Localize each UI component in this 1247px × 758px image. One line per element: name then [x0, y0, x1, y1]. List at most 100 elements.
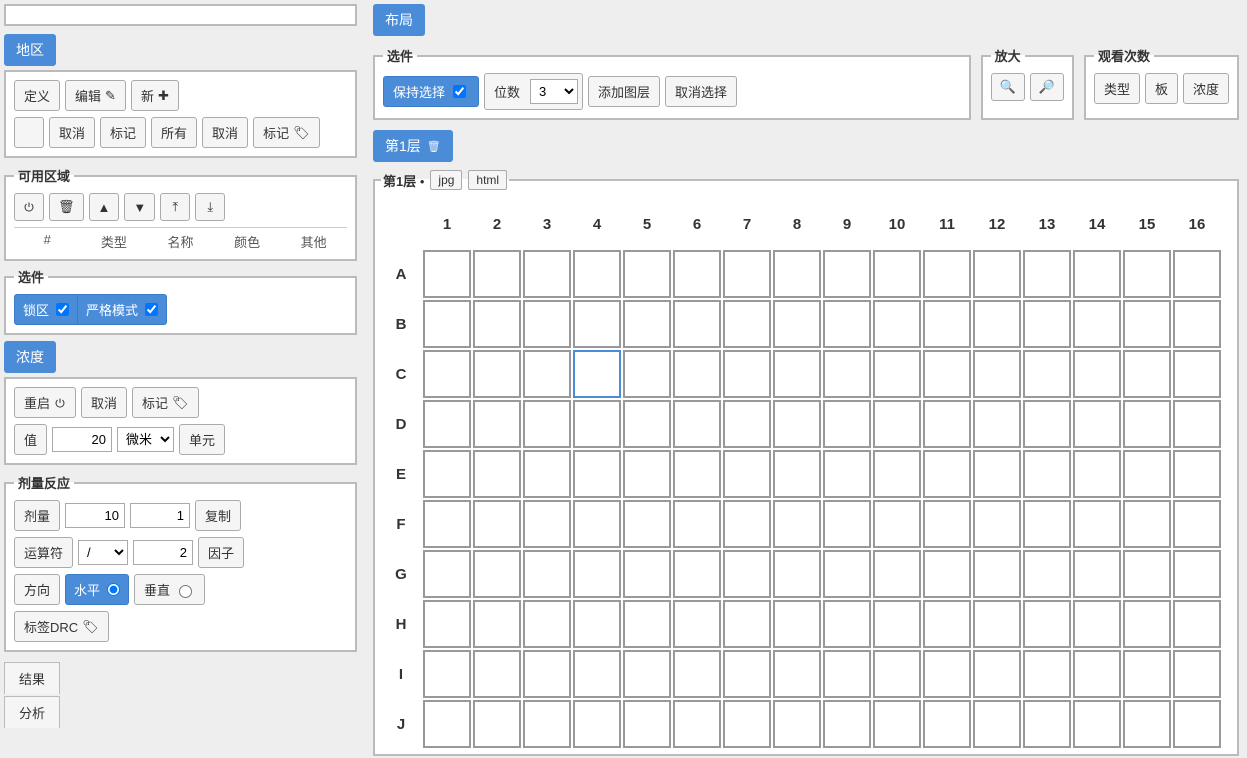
zoom-in-button[interactable]: 🔍	[991, 73, 1025, 101]
power-button[interactable]	[14, 193, 44, 221]
well-F4[interactable]	[573, 500, 621, 548]
well-A7[interactable]	[723, 250, 771, 298]
col-head-12[interactable]: 12	[973, 200, 1021, 248]
well-G3[interactable]	[523, 550, 571, 598]
well-C15[interactable]	[1123, 350, 1171, 398]
row-head-G[interactable]: G	[381, 550, 421, 598]
well-H1[interactable]	[423, 600, 471, 648]
format-jpg-button[interactable]: jpg	[430, 170, 462, 190]
well-A9[interactable]	[823, 250, 871, 298]
row-head-J[interactable]: J	[381, 700, 421, 748]
well-E10[interactable]	[873, 450, 921, 498]
copies-input[interactable]	[130, 503, 190, 528]
row-head-A[interactable]: A	[381, 250, 421, 298]
well-B11[interactable]	[923, 300, 971, 348]
dose-input[interactable]	[65, 503, 125, 528]
view-board-button[interactable]: 板	[1145, 73, 1178, 104]
well-C10[interactable]	[873, 350, 921, 398]
well-B7[interactable]	[723, 300, 771, 348]
row-head-C[interactable]: C	[381, 350, 421, 398]
well-I14[interactable]	[1073, 650, 1121, 698]
lock-zone-checkbox[interactable]	[56, 303, 69, 316]
col-head-5[interactable]: 5	[623, 200, 671, 248]
well-J11[interactable]	[923, 700, 971, 748]
well-D12[interactable]	[973, 400, 1021, 448]
well-J4[interactable]	[573, 700, 621, 748]
well-A3[interactable]	[523, 250, 571, 298]
well-C16[interactable]	[1173, 350, 1221, 398]
move-bottom-button[interactable]: ⤓	[195, 193, 225, 221]
well-H4[interactable]	[573, 600, 621, 648]
well-I9[interactable]	[823, 650, 871, 698]
tab-results[interactable]: 结果	[4, 662, 60, 694]
well-D15[interactable]	[1123, 400, 1171, 448]
well-I15[interactable]	[1123, 650, 1171, 698]
well-B8[interactable]	[773, 300, 821, 348]
well-I8[interactable]	[773, 650, 821, 698]
well-F12[interactable]	[973, 500, 1021, 548]
well-B16[interactable]	[1173, 300, 1221, 348]
well-H10[interactable]	[873, 600, 921, 648]
well-C1[interactable]	[423, 350, 471, 398]
cancel-button[interactable]: 取消	[49, 117, 95, 148]
well-A14[interactable]	[1073, 250, 1121, 298]
well-F3[interactable]	[523, 500, 571, 548]
well-C11[interactable]	[923, 350, 971, 398]
well-H3[interactable]	[523, 600, 571, 648]
move-top-button[interactable]: ⤒	[160, 193, 190, 221]
well-D8[interactable]	[773, 400, 821, 448]
well-B9[interactable]	[823, 300, 871, 348]
well-A11[interactable]	[923, 250, 971, 298]
col-head-10[interactable]: 10	[873, 200, 921, 248]
well-G14[interactable]	[1073, 550, 1121, 598]
well-G7[interactable]	[723, 550, 771, 598]
well-F8[interactable]	[773, 500, 821, 548]
well-E16[interactable]	[1173, 450, 1221, 498]
well-F11[interactable]	[923, 500, 971, 548]
move-up-button[interactable]: ▲	[89, 193, 120, 221]
move-down-button[interactable]: ▼	[124, 193, 155, 221]
well-H6[interactable]	[673, 600, 721, 648]
well-I7[interactable]	[723, 650, 771, 698]
well-E2[interactable]	[473, 450, 521, 498]
well-J5[interactable]	[623, 700, 671, 748]
trash-icon[interactable]: 🗑	[427, 140, 441, 153]
col-head-6[interactable]: 6	[673, 200, 721, 248]
col-head-15[interactable]: 15	[1123, 200, 1171, 248]
row-head-I[interactable]: I	[381, 650, 421, 698]
cancel2-button[interactable]: 取消	[202, 117, 248, 148]
well-I1[interactable]	[423, 650, 471, 698]
well-H8[interactable]	[773, 600, 821, 648]
all-button[interactable]: 所有	[151, 117, 197, 148]
well-B10[interactable]	[873, 300, 921, 348]
operator-select[interactable]: /	[78, 540, 128, 565]
well-J10[interactable]	[873, 700, 921, 748]
well-D1[interactable]	[423, 400, 471, 448]
unit-select[interactable]: 微米	[117, 427, 174, 452]
well-D5[interactable]	[623, 400, 671, 448]
well-D10[interactable]	[873, 400, 921, 448]
well-B1[interactable]	[423, 300, 471, 348]
well-D13[interactable]	[1023, 400, 1071, 448]
well-A13[interactable]	[1023, 250, 1071, 298]
well-B12[interactable]	[973, 300, 1021, 348]
well-B5[interactable]	[623, 300, 671, 348]
row-head-B[interactable]: B	[381, 300, 421, 348]
well-H13[interactable]	[1023, 600, 1071, 648]
well-J14[interactable]	[1073, 700, 1121, 748]
vertical-option[interactable]: 垂直	[134, 574, 205, 605]
lock-zone-toggle[interactable]: 锁区	[14, 294, 78, 325]
digits-select[interactable]: 3	[530, 79, 578, 104]
mark2-button[interactable]: 标记 🏷	[253, 117, 320, 148]
well-C12[interactable]	[973, 350, 1021, 398]
well-C13[interactable]	[1023, 350, 1071, 398]
tag-drc-button[interactable]: 标签DRC 🏷	[14, 611, 109, 642]
well-G10[interactable]	[873, 550, 921, 598]
well-F16[interactable]	[1173, 500, 1221, 548]
well-E14[interactable]	[1073, 450, 1121, 498]
well-D6[interactable]	[673, 400, 721, 448]
well-I6[interactable]	[673, 650, 721, 698]
col-head-2[interactable]: 2	[473, 200, 521, 248]
row-head-H[interactable]: H	[381, 600, 421, 648]
well-E5[interactable]	[623, 450, 671, 498]
